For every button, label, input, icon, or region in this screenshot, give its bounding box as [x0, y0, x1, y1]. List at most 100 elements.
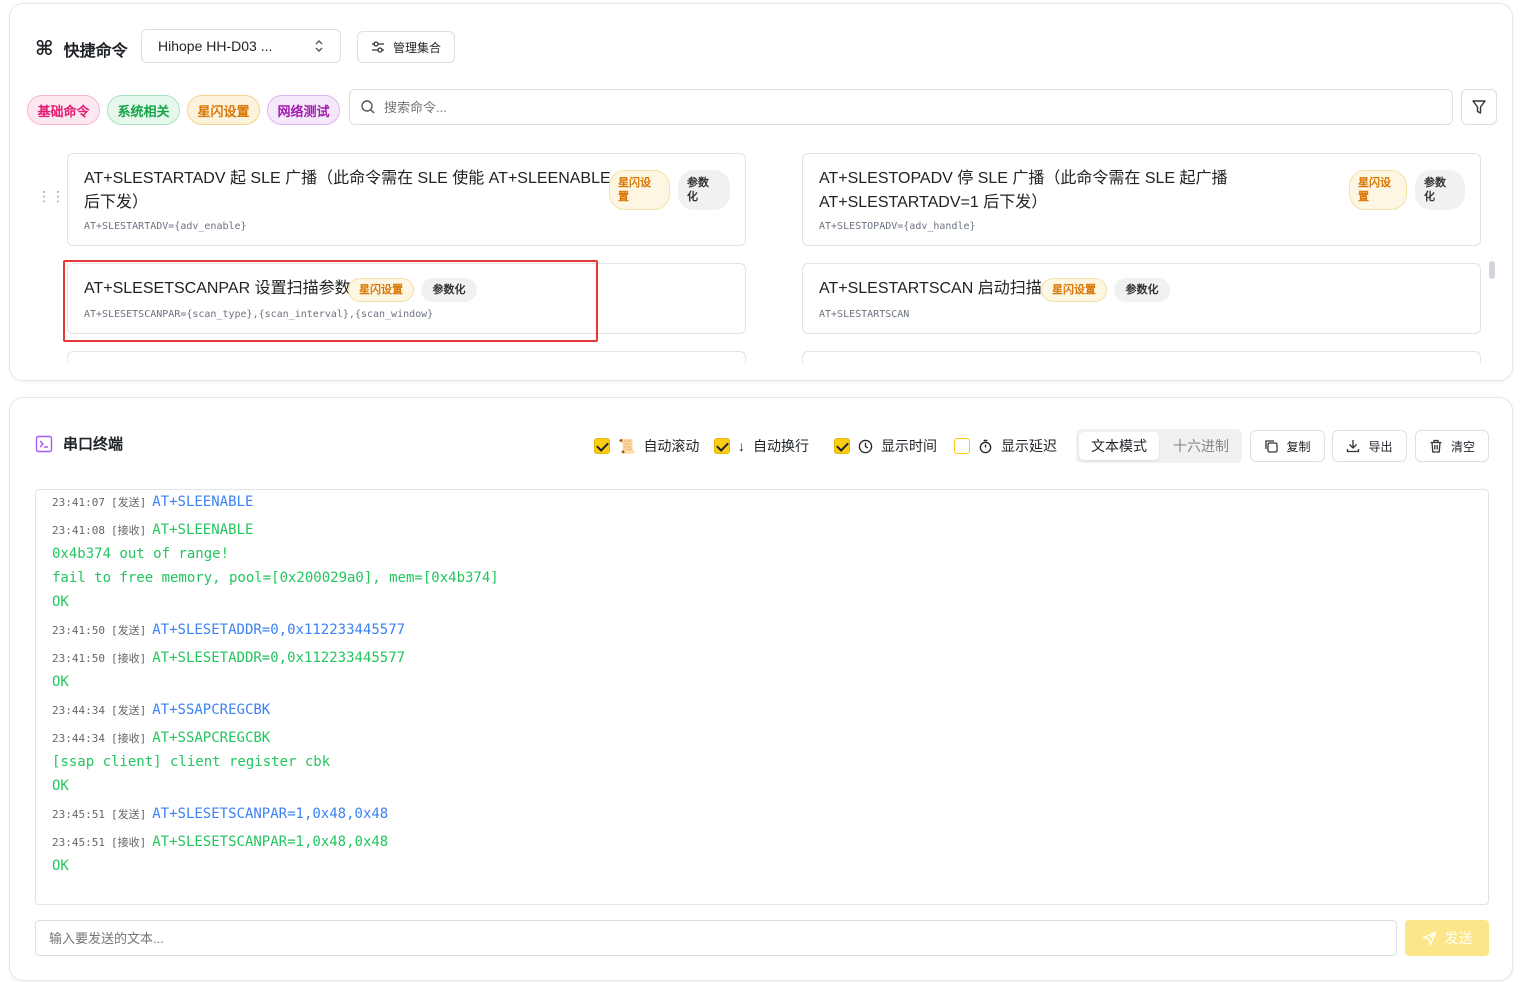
show-delay-label: 显示延迟 — [1001, 438, 1057, 454]
parameterized-badge: 参数化 — [1114, 278, 1170, 302]
command-card[interactable]: AT+SLESTOPADV 停 SLE 广播（此命令需在 SLE 起广播 AT+… — [802, 153, 1481, 246]
timer-icon — [979, 439, 992, 453]
device-select-value: Hihope HH-D03 ... — [158, 38, 273, 54]
terminal-output[interactable]: 23:41:07 [发送] AT+SLEENABLE 23:41:08 [接收] AT+S… — [35, 489, 1489, 905]
tag-label: 网络测试 — [277, 103, 330, 119]
terminal-timestamp: 23:41:50 — [52, 652, 105, 665]
export-button[interactable]: 导出 — [1332, 430, 1407, 462]
terminal-line: 23:41:07 [发送] AT+SLEENABLE — [52, 494, 253, 510]
quick-commands-panel: ⌘ 快捷命令 Hihope HH-D03 ... 管理集合 基础命令 系统相关 … — [9, 3, 1513, 381]
send-text-input[interactable] — [49, 930, 1396, 946]
terminal-message: AT+SLESETADDR=0,0x112233445577 — [152, 622, 406, 638]
terminal-line: [ssap client] client register cbk — [52, 754, 330, 770]
scrollbar-thumb[interactable] — [1489, 261, 1495, 279]
terminal-message: AT+SSAPCREGCBK — [152, 702, 271, 718]
copy-label: 复制 — [1286, 439, 1311, 454]
text-mode-button[interactable]: 文本模式 — [1079, 432, 1159, 460]
send-button[interactable]: 发送 — [1405, 920, 1489, 956]
scroll-icon: 📜 — [618, 437, 636, 454]
drag-handle-icon[interactable]: ⋮⋮ — [37, 189, 65, 203]
manage-collection-button[interactable]: 管理集合 — [357, 31, 455, 63]
send-icon — [1422, 931, 1436, 945]
export-label: 导出 — [1368, 439, 1393, 454]
terminal-direction: [接收] — [110, 836, 147, 849]
tag-filter-basic[interactable]: 基础命令 — [27, 95, 100, 125]
filter-button[interactable] — [1461, 89, 1497, 125]
command-search-input[interactable] — [384, 99, 1452, 115]
command-title-line2: 后下发） — [84, 194, 149, 211]
clear-button[interactable]: 清空 — [1415, 430, 1489, 462]
tag-filter-system[interactable]: 系统相关 — [107, 95, 180, 125]
download-icon — [1347, 440, 1360, 453]
terminal-direction: [接收] — [110, 652, 147, 665]
trash-icon — [1430, 439, 1442, 453]
device-select[interactable]: Hihope HH-D03 ... — [141, 29, 341, 63]
terminal-line: 23:41:50 [发送] AT+SLESETADDR=0,0x1122334455… — [52, 622, 405, 638]
auto-scroll-option[interactable]: 📜 自动滚动 — [594, 436, 699, 456]
arrow-down-icon: ↓ — [738, 438, 745, 454]
command-title: AT+SLESTARTSCAN 启动扫描 — [819, 280, 1042, 297]
hex-mode-button[interactable]: 十六进制 — [1162, 432, 1240, 460]
parameterized-badge: 参数 化 — [678, 170, 730, 210]
terminal-message: OK — [52, 858, 69, 874]
terminal-icon — [35, 435, 53, 452]
clear-label: 清空 — [1450, 439, 1475, 454]
auto-wrap-checkbox[interactable] — [714, 438, 730, 454]
terminal-line: OK — [52, 778, 69, 794]
terminal-line: 23:41:08 [接收] AT+SLEENABLE — [52, 522, 253, 538]
search-icon — [361, 100, 375, 114]
auto-wrap-label: 自动换行 — [753, 438, 809, 454]
terminal-timestamp: 23:41:50 — [52, 624, 105, 637]
show-delay-option[interactable]: 显示延迟 — [954, 436, 1057, 456]
terminal-line: OK — [52, 674, 69, 690]
terminal-message: OK — [52, 778, 69, 794]
tag-label: 基础命令 — [37, 103, 90, 119]
show-time-checkbox[interactable] — [834, 438, 850, 454]
show-delay-checkbox[interactable] — [954, 438, 970, 454]
terminal-line: 23:45:51 [发送] AT+SLESETSCANPAR=1,0x48,0x48 — [52, 806, 388, 822]
terminal-message: AT+SLESETSCANPAR=1,0x48,0x48 — [152, 806, 389, 822]
terminal-direction: [接收] — [110, 524, 147, 537]
terminal-line: 23:45:51 [接收] AT+SLESETSCANPAR=1,0x48,0x48 — [52, 834, 388, 850]
tag-filter-nearlink[interactable]: 星闪设置 — [187, 95, 260, 125]
parameterized-badge: 参数 化 — [1415, 170, 1465, 210]
terminal-direction: [发送] — [110, 496, 147, 509]
quick-commands-header: ⌘ 快捷命令 — [35, 37, 128, 61]
terminal-timestamp: 23:44:34 — [52, 704, 105, 717]
auto-wrap-option[interactable]: ↓ 自动换行 — [714, 436, 809, 456]
terminal-timestamp: 23:44:34 — [52, 732, 105, 745]
command-card[interactable]: AT+SLESTARTSCAN 启动扫描 AT+SLESTARTSCAN 星闪设… — [802, 263, 1481, 334]
terminal-direction: [接收] — [110, 732, 147, 745]
command-card[interactable]: AT+SLESTARTADV 起 SLE 广播（此命令需在 SLE 使能 AT+… — [67, 153, 746, 246]
tag-label: 系统相关 — [117, 103, 170, 119]
terminal-line: 0x4b374 out of range! — [52, 546, 229, 562]
command-title-line1: AT+SLESTOPADV 停 SLE 广播（此命令需在 SLE 起广播 — [819, 170, 1228, 187]
chevron-up-down-icon — [315, 40, 323, 52]
command-template: AT+SLESTARTSCAN — [819, 309, 910, 320]
manage-collection-label: 管理集合 — [392, 40, 441, 55]
terminal-line: fail to free memory, pool=[0x200029a0], … — [52, 570, 499, 586]
terminal-message: AT+SLEENABLE — [152, 522, 254, 538]
send-text-box[interactable] — [35, 920, 1397, 956]
copy-icon — [1265, 440, 1279, 453]
category-badge: 星闪设 置 — [609, 170, 670, 210]
terminal-line: OK — [52, 858, 69, 874]
list-clip — [10, 363, 1512, 380]
sliders-icon — [371, 41, 384, 53]
copy-button[interactable]: 复制 — [1250, 430, 1325, 462]
show-time-option[interactable]: 显示时间 — [834, 436, 937, 456]
terminal-header: 串口终端 — [35, 433, 123, 454]
command-title-line2: AT+SLESTARTADV=1 后下发） — [819, 194, 1048, 211]
command-search-box[interactable] — [349, 89, 1453, 125]
terminal-message: OK — [52, 674, 69, 690]
auto-scroll-label: 自动滚动 — [643, 438, 700, 454]
terminal-message: [ssap client] client register cbk — [52, 754, 331, 770]
terminal-direction: [发送] — [110, 624, 147, 637]
auto-scroll-checkbox[interactable] — [594, 438, 610, 454]
terminal-message: AT+SLESETADDR=0,0x112233445577 — [152, 650, 406, 666]
terminal-timestamp: 23:41:07 — [52, 496, 105, 509]
tag-filter-network[interactable]: 网络测试 — [267, 95, 340, 125]
clock-icon — [858, 439, 873, 453]
terminal-timestamp: 23:41:08 — [52, 524, 105, 537]
terminal-message: AT+SLEENABLE — [152, 494, 254, 510]
